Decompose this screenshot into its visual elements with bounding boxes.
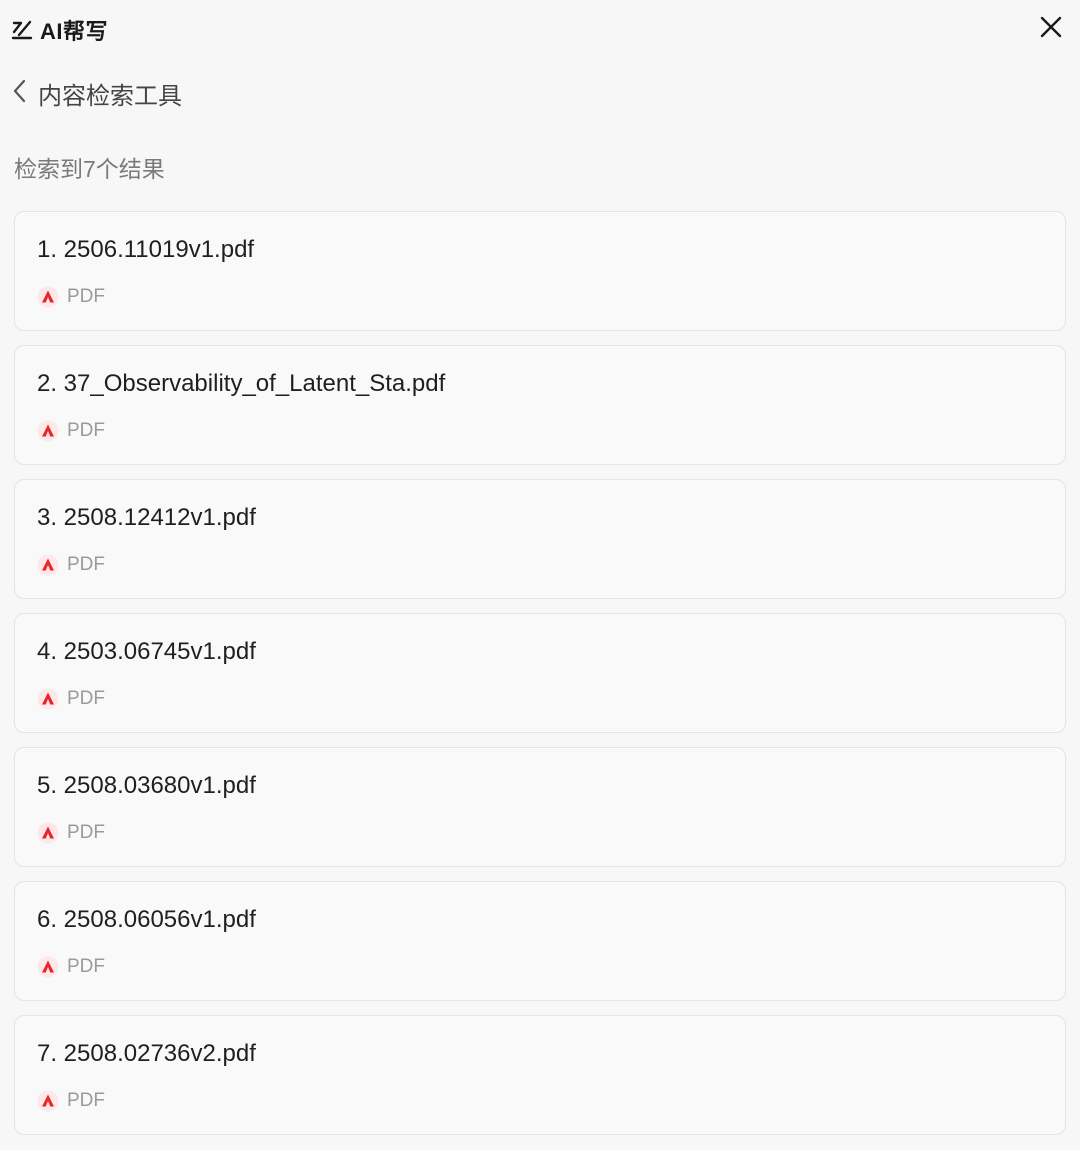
result-title: 7. 2508.02736v2.pdf [37,1040,256,1067]
panel-header: AI帮写 [0,0,1080,60]
result-meta: PDF [37,420,105,442]
result-item[interactable]: 1. 2506.11019v1.pdf PDF [14,211,1066,331]
result-meta: PDF [37,1090,105,1112]
result-title: 5. 2508.03680v1.pdf [37,772,256,799]
result-item[interactable]: 2. 37_Observability_of_Latent_Sta.pdf PD… [14,345,1066,465]
file-type-label: PDF [67,822,105,843]
back-label: 内容检索工具 [38,82,182,110]
result-meta: PDF [37,554,105,576]
result-item[interactable]: 3. 2508.12412v1.pdf PDF [14,479,1066,599]
file-type-label: PDF [67,554,105,575]
result-title: 1. 2506.11019v1.pdf [37,236,255,263]
result-title: 6. 2508.06056v1.pdf [37,906,256,933]
result-meta: PDF [37,688,105,710]
close-button[interactable] [1036,14,1066,44]
pdf-icon [37,688,59,710]
result-count: 检索到7个结果 [14,156,165,182]
header-title: AI帮写 [40,19,109,44]
result-item[interactable]: 5. 2508.03680v1.pdf PDF [14,747,1066,867]
pdf-icon [37,822,59,844]
chevron-left-icon [12,78,28,109]
file-type-label: PDF [67,688,105,709]
pdf-icon [37,956,59,978]
file-type-label: PDF [67,956,105,977]
result-item[interactable]: 6. 2508.06056v1.pdf PDF [14,881,1066,1001]
pdf-icon [37,1090,59,1112]
result-meta: PDF [37,822,105,844]
file-type-label: PDF [67,420,105,441]
ai-write-icon [10,18,34,42]
close-icon [1039,15,1063,44]
result-meta: PDF [37,956,105,978]
results-list: 1. 2506.11019v1.pdf PDF 2. 37_Observabil… [14,211,1066,1149]
file-type-label: PDF [67,1090,105,1111]
result-item[interactable]: 7. 2508.02736v2.pdf PDF [14,1015,1066,1135]
back-button[interactable]: 内容检索工具 [12,74,182,112]
pdf-icon [37,286,59,308]
result-title: 3. 2508.12412v1.pdf [37,504,256,531]
file-type-label: PDF [67,286,105,307]
result-title: 2. 37_Observability_of_Latent_Sta.pdf [37,370,446,397]
pdf-icon [37,420,59,442]
header-brand: AI帮写 [10,14,108,46]
result-title: 4. 2503.06745v1.pdf [37,638,256,665]
pdf-icon [37,554,59,576]
result-meta: PDF [37,286,105,308]
result-item[interactable]: 4. 2503.06745v1.pdf PDF [14,613,1066,733]
